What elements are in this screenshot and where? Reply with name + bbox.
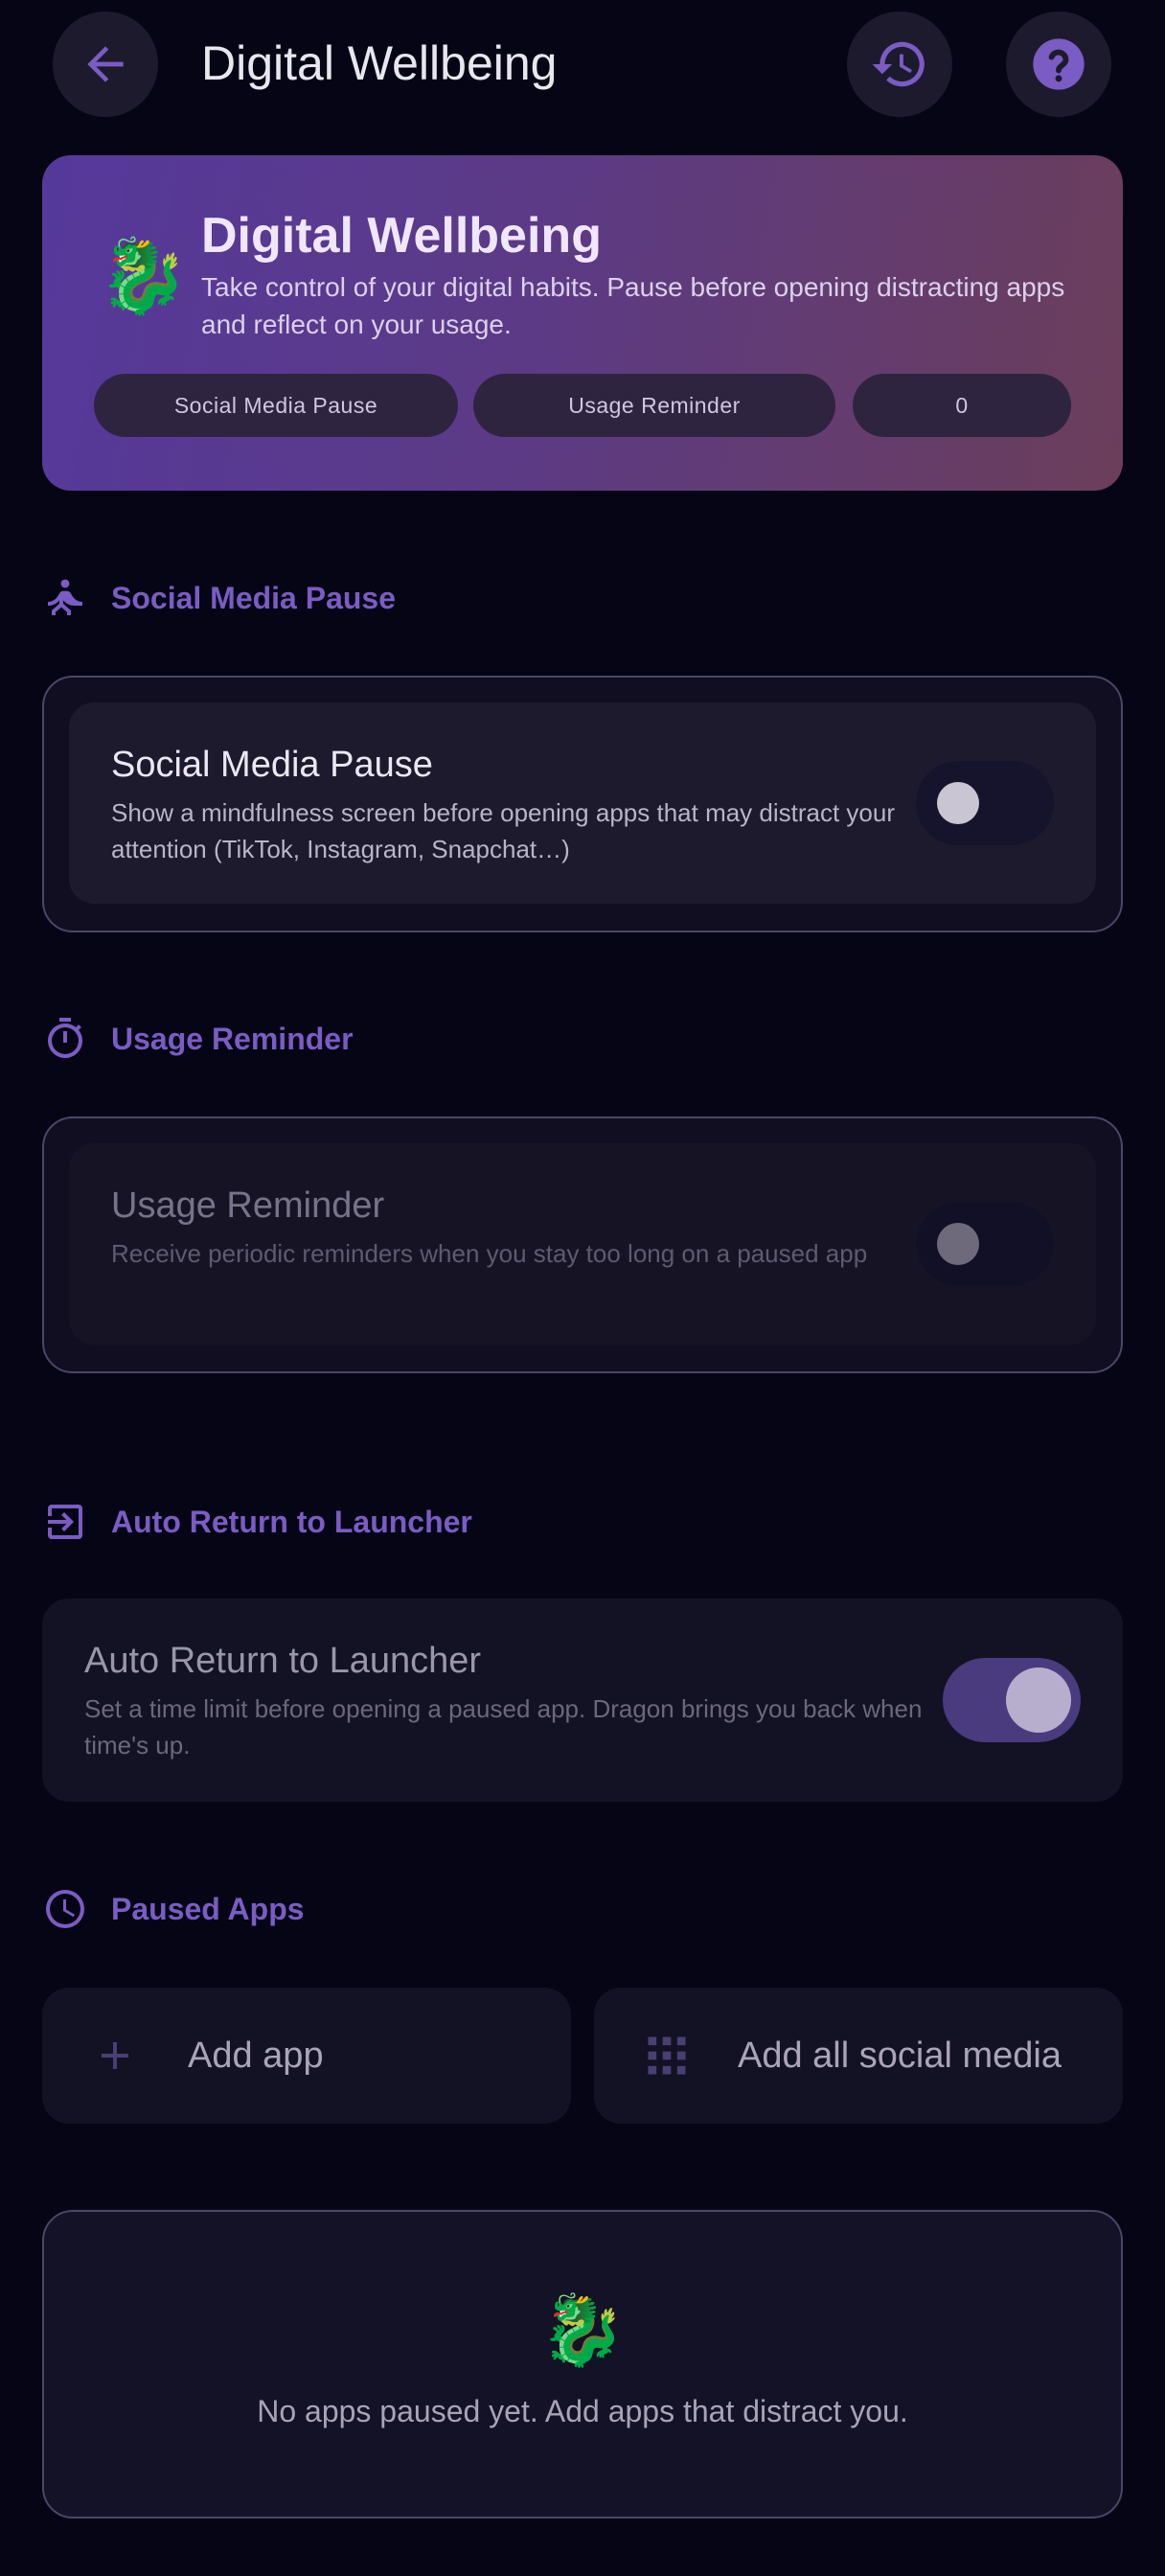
switch-thumb xyxy=(937,782,979,824)
section-title-paused-apps: Paused Apps xyxy=(111,1892,305,1926)
setting-title: Auto Return to Launcher xyxy=(84,1641,482,1681)
usage-reminder-switch[interactable] xyxy=(916,1202,1054,1286)
empty-state-text: No apps paused yet. Add apps that distra… xyxy=(257,2394,908,2428)
add-app-label: Add app xyxy=(188,2036,324,2076)
meditation-icon xyxy=(48,579,82,615)
exit-to-app-icon xyxy=(48,1505,82,1539)
social-media-pause-card: Social Media Pause Show a mindfulness sc… xyxy=(42,676,1123,932)
history-icon xyxy=(872,41,925,87)
plus-icon xyxy=(102,2042,128,2069)
section-title-social-media-pause: Social Media Pause xyxy=(111,581,397,615)
usage-reminder-card: Usage Reminder Receive periodic reminder… xyxy=(42,1116,1123,1373)
chip-social-media-pause: Social Media Pause xyxy=(94,374,458,437)
help-button[interactable] xyxy=(1006,12,1111,117)
hero-description: Take control of your digital habits. Pau… xyxy=(201,272,1065,339)
social-media-pause-switch[interactable] xyxy=(916,761,1054,845)
help-icon xyxy=(1033,38,1085,90)
setting-title: Social Media Pause xyxy=(111,745,433,785)
dragon-icon: 🐉 xyxy=(98,236,189,317)
history-button[interactable] xyxy=(847,12,952,117)
chip-usage-reminder: Usage Reminder xyxy=(473,374,835,437)
switch-thumb xyxy=(1006,1668,1071,1733)
arrow-left-icon xyxy=(87,46,124,82)
clock-icon xyxy=(46,1890,84,1928)
add-all-social-media-button[interactable]: Add all social media xyxy=(594,1988,1123,2124)
auto-return-setting[interactable]: Auto Return to Launcher Set a time limit… xyxy=(42,1598,1123,1802)
grid-icon xyxy=(648,2036,686,2075)
switch-thumb xyxy=(937,1223,979,1265)
social-media-pause-setting[interactable]: Social Media Pause Show a mindfulness sc… xyxy=(69,702,1096,904)
setting-description: Show a mindfulness screen before opening… xyxy=(111,798,896,863)
chip-paused-count: 0 xyxy=(853,374,1071,437)
setting-description: Set a time limit before opening a paused… xyxy=(84,1694,923,1760)
section-title-usage-reminder: Usage Reminder xyxy=(111,1022,354,1056)
dragon-icon: 🐉 xyxy=(539,2292,626,2369)
add-app-button[interactable]: Add app xyxy=(42,1988,571,2124)
auto-return-switch[interactable] xyxy=(943,1658,1081,1742)
hero-title: Digital Wellbeing xyxy=(201,208,602,264)
back-button[interactable] xyxy=(53,12,158,117)
hero-card: 🐉 Digital Wellbeing Take control of your… xyxy=(42,155,1123,491)
timer-icon xyxy=(48,1018,83,1059)
page-title: Digital Wellbeing xyxy=(201,36,558,90)
setting-description: Receive periodic reminders when you stay… xyxy=(111,1239,868,1268)
usage-reminder-setting[interactable]: Usage Reminder Receive periodic reminder… xyxy=(69,1143,1096,1345)
add-all-social-media-label: Add all social media xyxy=(738,2036,1062,2076)
section-title-auto-return: Auto Return to Launcher xyxy=(111,1505,472,1539)
setting-title: Usage Reminder xyxy=(111,1185,385,1226)
empty-state-card: 🐉 No apps paused yet. Add apps that dist… xyxy=(42,2210,1123,2518)
